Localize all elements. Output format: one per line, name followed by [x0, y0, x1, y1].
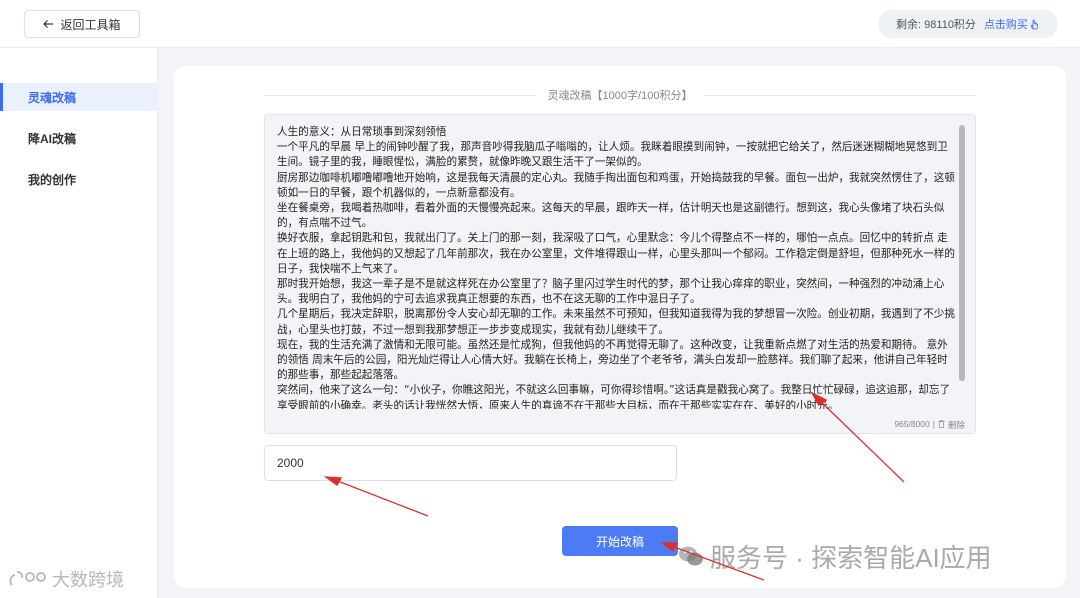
- article-paragraph: 现在，我的生活充满了激情和无限可能。虽然还是忙成狗，但我他妈的不再觉得无聊了。这…: [277, 338, 948, 382]
- balance-panel: 剩余: 98110积分 点击购买: [878, 10, 1058, 38]
- word-count-input[interactable]: [264, 445, 677, 481]
- article-paragraph: 几个星期后，我决定辞职，脱离那份令人安心却无聊的工作。未来虽然不可预知，但我知道…: [277, 308, 955, 336]
- divider: [704, 94, 977, 96]
- article-paragraph: 厨房那边咖啡机嘟噜嘟噜地开始响，这是我每天清晨的定心丸。我随手掏出面包和鸡蛋，开…: [277, 171, 955, 199]
- buy-label: 点击购买: [983, 19, 1028, 31]
- article-paragraph: 一个平凡的早晨 早上的闹钟吵醒了我，那声音吵得我脑瓜子嗡嗡的，让人烦。我眯着眼摸…: [277, 141, 948, 169]
- start-rewrite-button[interactable]: 开始改稿: [562, 526, 678, 556]
- trash-icon[interactable]: [938, 420, 945, 428]
- article-text[interactable]: 人生的意义：从日常琐事到深刻领悟一个平凡的早晨 早上的闹钟吵醒了我，那声音吵得我…: [277, 125, 955, 409]
- watermark-left-text: 大数跨境: [52, 570, 124, 590]
- top-bar: 返回工具箱 剩余: 98110积分 点击购买: [0, 0, 1080, 48]
- article-paragraph: 坐在餐桌旁，我喝着热咖啡，看着外面的天慢慢亮起来。这每天的早晨，跟昨天一样，估计…: [277, 202, 945, 230]
- sidebar: 灵魂改稿 降AI改稿 我的创作: [0, 48, 158, 598]
- brand-logo-icon: [9, 571, 46, 586]
- section-title-text: 灵魂改稿【1000字/100积分】: [547, 90, 693, 102]
- sidebar-item-label: 灵魂改稿: [28, 90, 77, 105]
- sidebar-item-reduce-ai-rewrite[interactable]: 降AI改稿: [0, 124, 158, 152]
- section-title: 灵魂改稿【1000字/100积分】: [264, 88, 977, 102]
- pointer-hand-icon: [1030, 19, 1038, 29]
- article-textarea[interactable]: 人生的意义：从日常琐事到深刻领悟一个平凡的早晨 早上的闹钟吵醒了我，那声音吵得我…: [264, 114, 976, 434]
- buy-link[interactable]: 点击购买: [984, 16, 1040, 32]
- article-paragraph: 那时我开始想，我这一辈子是不是就这样死在办公室里了？脑子里闪过学生时代的梦，那个…: [277, 278, 945, 306]
- watermark-service-account: 服务号 · 探索智能AI应用: [678, 536, 992, 576]
- wechat-logo-icon: [679, 546, 703, 566]
- scrollbar[interactable]: [959, 125, 965, 381]
- balance-text: 剩余: 98110积分: [896, 19, 976, 31]
- article-paragraph: 人生的意义：从日常琐事到深刻领悟: [277, 126, 447, 138]
- back-label: 返回工具箱: [60, 17, 121, 32]
- char-counter: 965/8000 | 删除: [894, 419, 965, 431]
- article-paragraph: 突然间，他来了这么一句：“小伙子，你瞧这阳光，不就这么回事嘛，可你得珍惜啊。”这…: [277, 384, 951, 409]
- char-count: 965/8000: [894, 419, 930, 429]
- sidebar-item-my-creations[interactable]: 我的创作: [0, 165, 158, 193]
- separator: |: [932, 419, 935, 429]
- arrow-left-icon: [43, 20, 54, 28]
- delete-label[interactable]: 删除: [948, 419, 965, 431]
- sidebar-item-soul-rewrite[interactable]: 灵魂改稿: [0, 83, 158, 111]
- watermark-right-text: 服务号 · 探索智能AI应用: [710, 542, 992, 573]
- article-paragraph: 换好衣服，拿起钥匙和包，我就出门了。关上门的那一刻，我深吸了口气，心里默念：今儿…: [277, 232, 955, 275]
- back-to-toolbox-button[interactable]: 返回工具箱: [24, 10, 140, 38]
- sidebar-item-label: 我的创作: [28, 172, 77, 187]
- main-card: 灵魂改稿【1000字/100积分】 人生的意义：从日常琐事到深刻领悟一个平凡的早…: [174, 66, 1066, 588]
- sidebar-item-label: 降AI改稿: [28, 131, 77, 146]
- divider: [264, 94, 536, 96]
- watermark-brand: 大数跨境: [8, 566, 124, 592]
